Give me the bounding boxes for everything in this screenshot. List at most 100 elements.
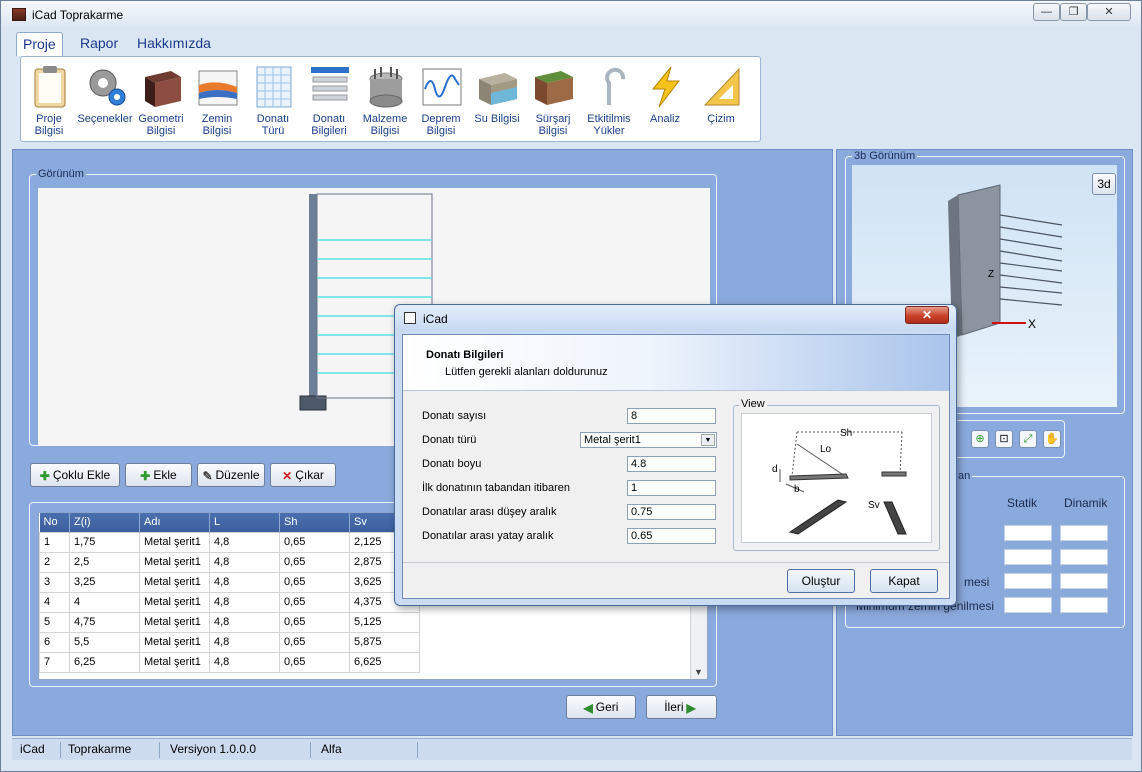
dialog-header-title: Donatı Bilgileri	[426, 349, 504, 361]
proje-bilgisi-button[interactable]: Proje Bilgisi	[21, 57, 77, 143]
field-label-donati-boyu: Donatı boyu	[422, 458, 482, 470]
col-header-sh[interactable]: Sh	[279, 513, 350, 532]
maximize-button[interactable]: ❐	[1060, 3, 1087, 21]
dialog-close-button[interactable]: ✕	[905, 306, 949, 324]
kapat-button[interactable]: Kapat	[870, 569, 938, 593]
gorunum-title: Görünüm	[36, 168, 86, 181]
donati-bilgileri-button[interactable]: Donatı Bilgileri	[301, 57, 357, 143]
field-label-donati-sayisi: Donatı sayısı	[422, 410, 487, 422]
hook-icon	[589, 65, 631, 109]
view-group-title: View	[739, 398, 767, 410]
ilk-donati-input[interactable]: 1	[627, 480, 716, 496]
coklu-ekle-button[interactable]: ✚ Çoklu Ekle	[30, 463, 120, 487]
plus-icon: ✚	[39, 468, 50, 483]
zemin-bilgisi-button[interactable]: Zemin Bilgisi	[189, 57, 245, 143]
ekle-button[interactable]: ✚ Ekle	[125, 463, 192, 487]
water-icon	[477, 65, 519, 109]
status-module: Toprakarme	[68, 742, 132, 756]
col-dynamic-label: Dinamik	[1064, 496, 1108, 510]
donati-grid: No Z(i) Adı L Sh Sv 1 1,75 Metal şerit1 4,8…	[39, 513, 420, 673]
lo-label: Lo	[820, 444, 832, 455]
table-row[interactable]: 7 6,25 Metal şerit1 4,8 0,65 6,625	[39, 651, 420, 673]
table-row[interactable]: 4 4 Metal şerit1 4,8 0,65 4,375	[39, 591, 420, 613]
scroll-down-icon[interactable]: ▼	[694, 667, 703, 677]
table-row[interactable]: 3 3,25 Metal şerit1 4,8 0,65 3,625	[39, 571, 420, 593]
sh-label: Sh	[840, 428, 852, 439]
col-header-adi[interactable]: Adı	[139, 513, 210, 532]
arrow-right-icon: ▶	[686, 700, 696, 715]
strip-diagram: Sh Lo d b Sv	[741, 413, 932, 543]
malzeme-bilgisi-button[interactable]: Malzeme Bilgisi	[357, 57, 413, 143]
back-button[interactable]: ◀ Geri	[566, 695, 636, 719]
geometri-bilgisi-button[interactable]: Geometri Bilgisi	[133, 57, 189, 143]
gears-icon	[85, 65, 127, 109]
tab-proje[interactable]: Proje	[16, 32, 63, 56]
sursarj-bilgisi-button[interactable]: Sürşarj Bilgisi	[525, 57, 581, 143]
zoom-in-icon[interactable]: ⊕	[971, 430, 989, 448]
dynamic-field-2	[1060, 549, 1108, 565]
status-separator	[60, 742, 61, 758]
table-row[interactable]: 5 4,75 Metal şerit1 4,8 0,65 5,125	[39, 611, 420, 633]
next-button[interactable]: İleri ▶	[646, 695, 717, 719]
dialog-title: iCad	[423, 312, 448, 326]
status-app: iCad	[20, 742, 45, 756]
olustur-button[interactable]: Oluştur	[787, 569, 855, 593]
ribbon-panel: Proje Bilgisi Seçenekler Geometri Bilgis…	[20, 56, 761, 142]
dialog-separator	[403, 562, 949, 563]
pan-hand-icon[interactable]: ✋	[1043, 430, 1061, 448]
ribbon: Proje Rapor Hakkımızda Proje Bilgisi Seç…	[12, 29, 1132, 147]
app-icon	[12, 8, 26, 21]
d-label: d	[772, 464, 778, 475]
zoom-window-icon[interactable]: ⊡	[995, 430, 1013, 448]
seismic-chart-icon	[421, 65, 463, 109]
secenekler-button[interactable]: Seçenekler	[77, 57, 133, 143]
status-separator	[159, 742, 160, 758]
status-separator	[417, 742, 418, 758]
dialog-header-subtitle: Lütfen gerekli alanları doldurunuz	[445, 366, 608, 378]
donati-turu-button[interactable]: Donatı Türü	[245, 57, 301, 143]
static-field-3	[1004, 573, 1052, 589]
donati-bilgileri-dialog: iCad ✕ Donatı Bilgileri Lütfen gerekli a…	[394, 304, 957, 606]
window-title: iCad Toprakarme	[32, 8, 124, 22]
donati-turu-select[interactable]: Metal şerit1 ▼	[580, 432, 717, 448]
axis-z-label: Z	[988, 269, 994, 280]
dynamic-field-1	[1060, 525, 1108, 541]
col-static-label: Statik	[1007, 496, 1038, 510]
triangle-ruler-icon	[701, 65, 743, 109]
list-icon	[309, 65, 351, 109]
close-button[interactable]: ✕	[1087, 3, 1131, 21]
dynamic-field-3	[1060, 573, 1108, 589]
su-bilgisi-button[interactable]: Su Bilgisi	[469, 57, 525, 143]
dialog-title-bar: iCad ✕	[395, 305, 956, 331]
etkitilmis-yukler-button[interactable]: Etkitilmis Yükler	[581, 57, 637, 143]
table-row[interactable]: 2 2,5 Metal şerit1 4,8 0,65 2,875	[39, 551, 420, 573]
status-stage: Alfa	[321, 742, 342, 756]
axis-x-label: X	[1028, 317, 1036, 331]
zoom-extents-icon[interactable]: ⤢	[1019, 430, 1037, 448]
tab-hakkimizda[interactable]: Hakkımızda	[131, 32, 217, 54]
block-icon	[141, 65, 183, 109]
chevron-down-icon[interactable]: ▼	[701, 434, 715, 446]
duzenle-button[interactable]: ✎ Düzenle	[197, 463, 265, 487]
deprem-bilgisi-button[interactable]: Deprem Bilgisi	[413, 57, 469, 143]
dusey-aralik-input[interactable]: 0.75	[627, 504, 716, 520]
analiz-button[interactable]: Analiz	[637, 57, 693, 143]
donati-boyu-input[interactable]: 4.8	[627, 456, 716, 472]
donati-sayisi-input[interactable]: 8	[627, 408, 716, 424]
minimize-button[interactable]: —	[1033, 3, 1060, 21]
table-row[interactable]: 6 5,5 Metal şerit1 4,8 0,65 5,875	[39, 631, 420, 653]
tab-rapor[interactable]: Rapor	[74, 32, 124, 54]
table-row[interactable]: 1 1,75 Metal şerit1 4,8 0,65 2,125	[39, 531, 420, 553]
yatay-aralik-input[interactable]: 0.65	[627, 528, 716, 544]
soil-layers-icon	[197, 65, 239, 109]
cizim-button[interactable]: Çizim	[693, 57, 749, 143]
field-label-yatay-aralik: Donatılar arası yatay aralık	[422, 530, 554, 542]
dialog-header: Donatı Bilgileri Lütfen gerekli alanları…	[403, 335, 949, 391]
view-3d-button[interactable]: 3d	[1092, 173, 1116, 195]
col-header-z[interactable]: Z(i)	[69, 513, 140, 532]
cikar-button[interactable]: ✕ Çıkar	[270, 463, 336, 487]
col-header-l[interactable]: L	[209, 513, 280, 532]
delete-icon: ✕	[282, 468, 293, 483]
static-field-1	[1004, 525, 1052, 541]
col-header-no[interactable]: No	[39, 513, 70, 532]
